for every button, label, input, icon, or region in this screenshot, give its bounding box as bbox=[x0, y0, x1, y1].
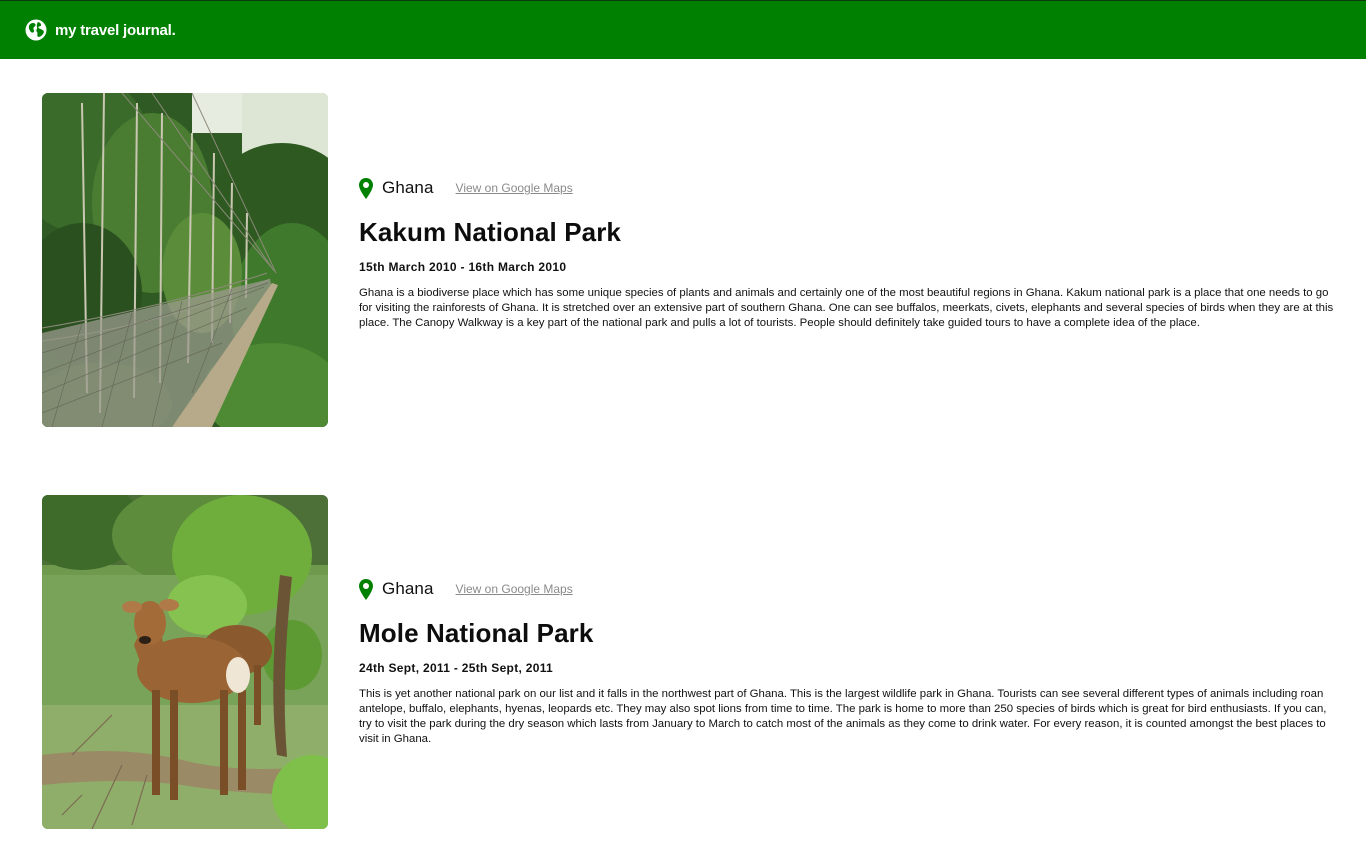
entry-dates: 24th Sept, 2011 - 25th Sept, 2011 bbox=[359, 661, 553, 675]
navbar: my travel journal. bbox=[0, 0, 1366, 59]
location-row: Ghana View on Google Maps bbox=[359, 177, 1342, 199]
globe-icon[interactable] bbox=[25, 19, 47, 41]
map-pin-icon bbox=[359, 578, 373, 600]
google-maps-link[interactable]: View on Google Maps bbox=[456, 181, 573, 195]
canopy-walkway-photo bbox=[42, 93, 328, 427]
location-country: Ghana bbox=[382, 178, 434, 197]
journal-entry: Ghana View on Google Maps Mole National … bbox=[42, 495, 1342, 829]
entry-description: This is yet another national park on our… bbox=[359, 688, 1327, 745]
entry-title: Kakum National Park bbox=[359, 217, 621, 247]
entry-info: Ghana View on Google Maps Kakum National… bbox=[359, 177, 1342, 331]
entry-description: Ghana is a biodiverse place which has so… bbox=[359, 287, 1334, 329]
brand-title[interactable]: my travel journal. bbox=[55, 22, 176, 39]
location-country: Ghana bbox=[382, 579, 434, 598]
map-pin-icon bbox=[359, 177, 373, 199]
journal-entry: Ghana View on Google Maps Kakum National… bbox=[42, 93, 1342, 427]
google-maps-link[interactable]: View on Google Maps bbox=[456, 582, 573, 596]
entry-info: Ghana View on Google Maps Mole National … bbox=[359, 578, 1342, 747]
waterbuck-photo bbox=[42, 495, 328, 829]
entry-dates: 15th March 2010 - 16th March 2010 bbox=[359, 260, 567, 274]
entry-title: Mole National Park bbox=[359, 618, 594, 648]
location-row: Ghana View on Google Maps bbox=[359, 578, 1342, 600]
